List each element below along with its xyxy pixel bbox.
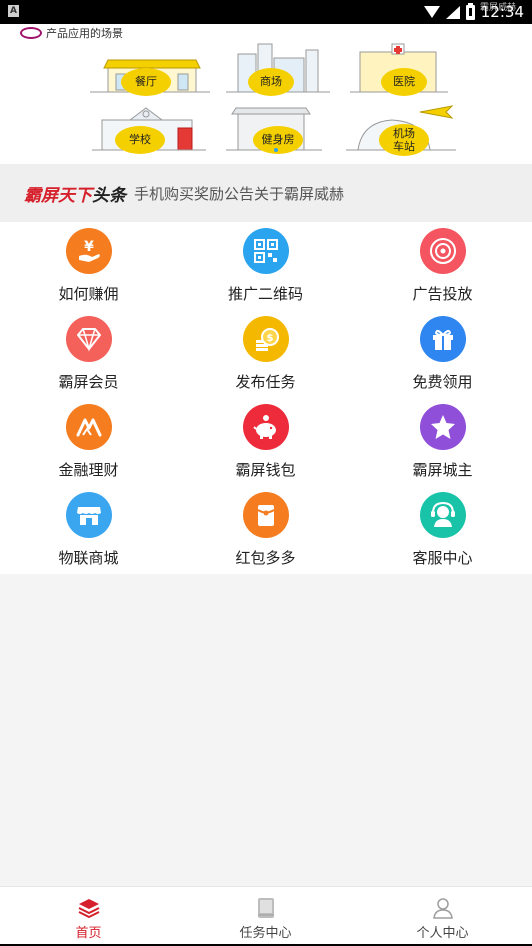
banner-heading-text: 产品应用的场景 [46,27,123,40]
book-icon [254,897,278,919]
menu-item-customer-service[interactable]: 客服中心 [354,486,531,574]
menu-item-finance[interactable]: 金融理财 [0,398,177,486]
scene-label-school: 学校 [129,133,151,146]
person-icon [431,897,455,919]
earn-commission-icon: ¥ [65,228,112,274]
scene-banner[interactable]: 产品应用的场景 餐厅 商场 医院 学校 健身房 机场 车站 [0,24,532,164]
headline-notice[interactable]: 霸屏天下 头条 手机购买奖励公告关于霸屏威赫 [0,164,532,222]
menu-label: 霸屏钱包 [235,461,296,479]
menu-grid: ¥ 如何赚佣 推广二维码 广告投放 霸屏会员 $ 发布任务 免费领用 金融理财 … [0,222,532,574]
scene-label-mall: 商场 [260,75,282,88]
scene-label-airport-line1: 机场 [393,127,415,140]
menu-label: 客服中心 [412,549,473,567]
menu-label: 红包多多 [235,549,296,567]
menu-label: 广告投放 [412,285,473,303]
piggy-bank-icon [242,404,289,450]
status-bar: A 霸屏威赫 12:34 [0,0,532,24]
tab-profile-label: 个人中心 [416,926,469,941]
app-screen: A 霸屏威赫 12:34 产品应用的场景 餐厅 商场 医院 学校 健身房 机场 … [0,0,532,946]
tab-home-label: 首页 [75,926,102,941]
scene-label-airport-line2: 车站 [393,140,415,153]
target-icon [419,228,466,274]
accessibility-icon: A [8,5,19,17]
menu-label: 物联商城 [58,549,119,567]
menu-label: 发布任务 [235,373,296,391]
scene-label-hospital: 医院 [393,75,415,88]
bottom-nav: 首页 任务中心 个人中心 [0,886,532,946]
headline-text: 手机购买奖励公告关于霸屏威赫 [134,184,345,203]
red-envelope-icon [242,492,289,538]
menu-item-city-lord[interactable]: 霸屏城主 [354,398,531,486]
menu-item-wallet[interactable]: 霸屏钱包 [177,398,354,486]
diamond-icon [65,316,112,362]
tab-home[interactable]: 首页 [0,887,177,945]
menu-item-red-envelope[interactable]: 红包多多 [177,486,354,574]
battery-icon [465,2,475,20]
svg-text:$: $ [266,333,273,344]
ring-marker-icon [20,27,42,39]
store-icon [65,492,112,538]
svg-text:¥: ¥ [84,239,94,255]
qr-code-icon [242,228,289,274]
tab-task-center-label: 任务中心 [239,926,292,941]
tab-profile[interactable]: 个人中心 [354,887,531,945]
menu-label: 推广二维码 [227,285,303,303]
menu-label: 霸屏会员 [58,373,119,391]
coins-icon: $ [242,316,289,362]
scene-label-restaurant: 餐厅 [135,75,157,88]
gift-icon [419,316,466,362]
banner-heading: 产品应用的场景 [20,25,123,41]
menu-item-qr[interactable]: 推广二维码 [177,222,354,310]
tab-task-center[interactable]: 任务中心 [177,887,354,945]
wifi-icon [423,6,440,18]
star-icon [419,404,466,450]
menu-label: 金融理财 [58,461,119,479]
menu-item-publish-task[interactable]: $ 发布任务 [177,310,354,398]
status-time: 12:34 [480,3,524,21]
menu-label: 霸屏城主 [412,461,473,479]
signal-icon [445,5,460,19]
menu-item-ads[interactable]: 广告投放 [354,222,531,310]
headline-brand-dark: 头条 [92,185,126,206]
customer-service-icon [419,492,466,538]
menu-item-free[interactable]: 免费领用 [354,310,531,398]
scene-label-gym: 健身房 [261,133,295,146]
menu-item-vip[interactable]: 霸屏会员 [0,310,177,398]
menu-label: 免费领用 [412,373,473,391]
finance-icon [65,404,112,450]
menu-label: 如何赚佣 [58,285,119,303]
headline-brand-red: 霸屏天下 [24,185,92,206]
menu-item-earn[interactable]: ¥ 如何赚佣 [0,222,177,310]
menu-item-iot-mall[interactable]: 物联商城 [0,486,177,574]
home-layers-icon [77,897,101,919]
